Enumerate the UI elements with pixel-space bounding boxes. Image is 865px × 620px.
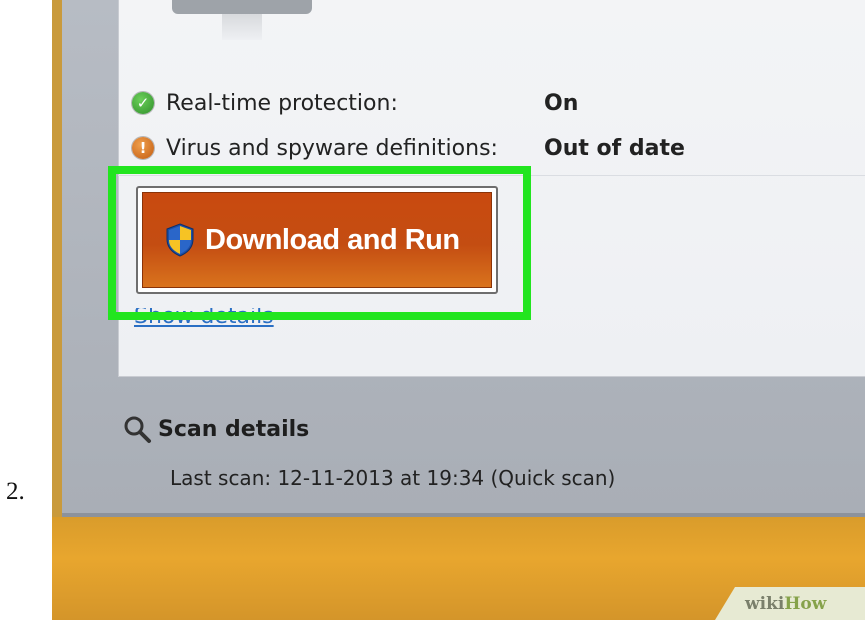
download-and-run-button[interactable]: Download and Run	[136, 186, 498, 294]
status-row-realtime: ✓ Real-time protection: On	[132, 88, 578, 118]
monitor-stand	[222, 14, 262, 40]
status-value: On	[544, 90, 579, 116]
status-value: Out of date	[544, 135, 685, 161]
screenshot-frame: ✓ Real-time protection: On ! Virus and s…	[52, 0, 865, 620]
scan-details-heading: Scan details	[122, 414, 309, 444]
last-scan-text: Last scan: 12-11-2013 at 19:34 (Quick sc…	[170, 466, 616, 490]
check-icon: ✓	[132, 92, 154, 114]
uac-shield-icon	[166, 223, 194, 257]
security-window: ✓ Real-time protection: On ! Virus and s…	[62, 0, 865, 517]
watermark-wiki: wiki	[745, 593, 785, 614]
status-row-definitions: ! Virus and spyware definitions: Out of …	[132, 133, 685, 163]
step-number: 2.	[6, 478, 25, 505]
scan-details-title: Scan details	[158, 416, 310, 442]
watermark-how: How	[784, 593, 827, 614]
download-button-label: Download and Run	[205, 223, 460, 256]
monitor-image	[172, 0, 312, 14]
download-button-face: Download and Run	[142, 192, 492, 288]
status-label: Real-time protection:	[166, 90, 398, 116]
warning-icon: !	[132, 137, 154, 159]
wikihow-watermark: wiki How	[715, 587, 865, 620]
status-label: Virus and spyware definitions:	[166, 135, 498, 161]
search-icon	[124, 416, 151, 443]
